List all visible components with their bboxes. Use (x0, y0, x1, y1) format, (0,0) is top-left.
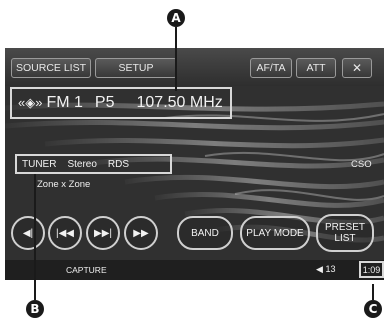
preset-list-button[interactable]: PRESET LIST (316, 214, 374, 252)
callout-b: B (26, 300, 44, 318)
seek-back-icon: ◀| (22, 227, 34, 239)
source-label: TUNER (22, 158, 57, 170)
volume-level: 13 (325, 264, 336, 274)
volume-indicator: ◀ 13 (316, 264, 335, 275)
rds-indicator: RDS (107, 158, 130, 170)
fast-forward-icon: ▶▶ (133, 227, 149, 239)
afta-button[interactable]: AF/TA (250, 58, 292, 78)
play-mode-button[interactable]: PLAY MODE (240, 216, 310, 250)
next-button[interactable]: ▶▶| (86, 216, 120, 250)
seek-back-button[interactable]: ◀| (11, 216, 45, 250)
band-button[interactable]: BAND (177, 216, 233, 250)
source-list-button[interactable]: SOURCE LIST (11, 58, 91, 78)
speaker-icon: ◀ (316, 264, 323, 274)
leader-line-a (175, 27, 177, 91)
stereo-indicator: Stereo (67, 158, 97, 170)
previous-button[interactable]: |◀◀ (48, 216, 82, 250)
frequency-display: «◈» FM 1 P5 107.50 MHz (10, 87, 232, 119)
fast-forward-button[interactable]: ▶▶ (124, 216, 158, 250)
station-name: Zone x Zone (37, 179, 91, 190)
previous-icon: |◀◀ (56, 227, 74, 239)
capture-label[interactable]: CAPTURE (66, 265, 107, 275)
preset-label: P5 (94, 94, 115, 111)
close-button[interactable]: ✕ (342, 58, 372, 78)
clock-display: 1:09 (359, 261, 384, 278)
frequency-label: 107.50 MHz (136, 94, 223, 111)
close-icon: ✕ (351, 61, 363, 75)
callout-a: A (167, 9, 185, 27)
att-button[interactable]: ATT (296, 58, 336, 78)
head-unit-screen: SOURCE LIST SETUP AF/TA ATT ✕ «◈» FM 1 P… (5, 48, 384, 280)
setup-button[interactable]: SETUP (95, 58, 177, 78)
tuner-info-bar: TUNER Stereo RDS (15, 154, 172, 174)
next-icon: ▶▶| (94, 227, 112, 239)
cso-indicator: CSO (351, 159, 372, 170)
tuner-logo-icon: «◈» (18, 95, 43, 110)
callout-c: C (364, 300, 382, 318)
leader-line-c (372, 284, 374, 300)
band-label: FM 1 (46, 94, 83, 111)
leader-line-b (34, 174, 36, 300)
